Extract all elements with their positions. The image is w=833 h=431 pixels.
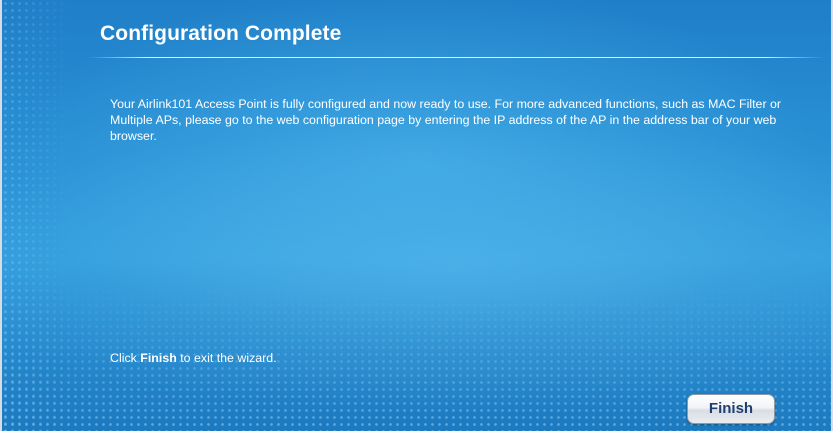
finish-instruction: Click Finish to exit the wizard. (110, 350, 277, 366)
instruction-prefix: Click (110, 351, 141, 365)
instruction-suffix: to exit the wizard. (176, 351, 277, 365)
page-title: Configuration Complete (100, 22, 342, 45)
wizard-window: Configuration Complete Your Airlink101 A… (0, 0, 833, 431)
title-divider (88, 57, 824, 58)
finish-button[interactable]: Finish (687, 394, 775, 424)
instruction-emphasis: Finish (140, 351, 177, 365)
completion-description: Your Airlink101 Access Point is fully co… (110, 97, 782, 143)
